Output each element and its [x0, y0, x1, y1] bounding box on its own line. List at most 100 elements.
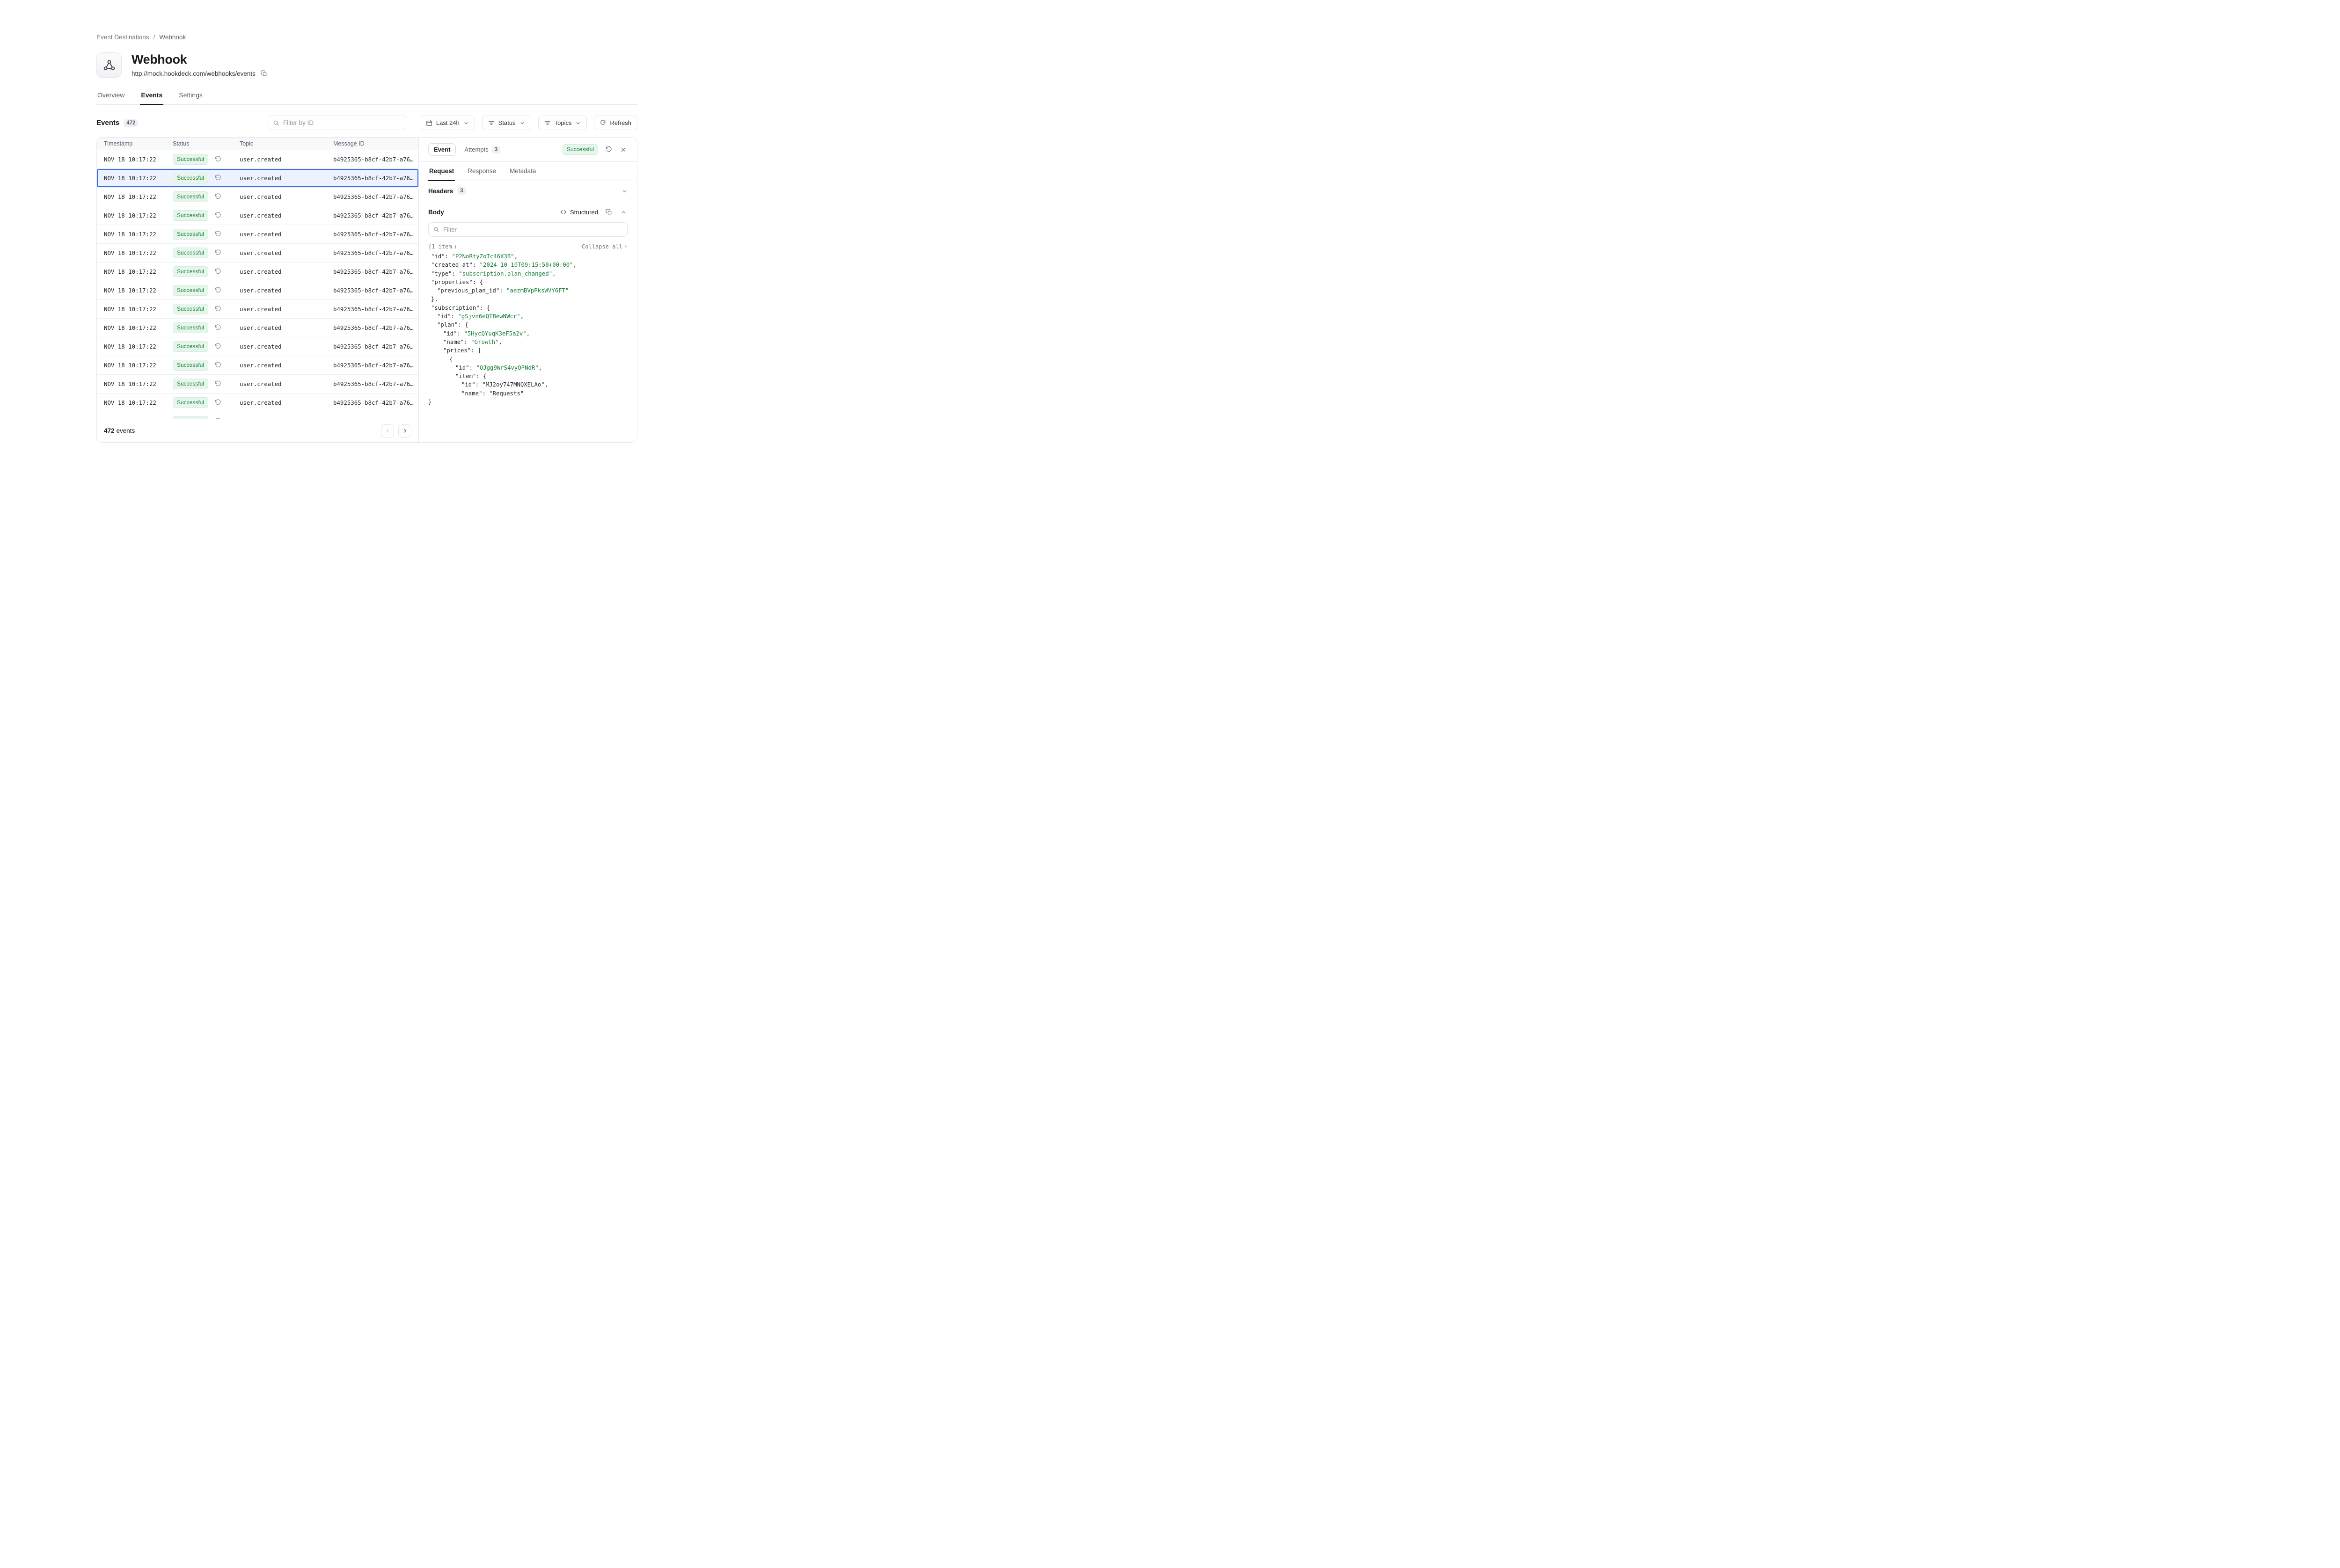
- retry-icon: [214, 287, 221, 294]
- copy-url-button[interactable]: [260, 69, 268, 78]
- table-row[interactable]: NOV 18 10:17:22Successfuluser.createdb49…: [97, 206, 418, 225]
- json-items-summary[interactable]: {1 item ↑: [428, 243, 457, 250]
- tab-overview[interactable]: Overview: [96, 88, 125, 104]
- tab-attempts[interactable]: Attempts 3: [464, 146, 500, 153]
- table-row[interactable]: NOV 18 10:17:22Successfuluser.createdb49…: [97, 150, 418, 169]
- subtab-request[interactable]: Request: [428, 162, 455, 181]
- table-row[interactable]: NOV 18 10:17:22Successfuluser.createdb49…: [97, 169, 418, 188]
- retry-event-button[interactable]: [604, 145, 613, 154]
- status-filter-button[interactable]: Status: [482, 116, 531, 130]
- topic-cell: user.created: [240, 193, 333, 200]
- tab-event-detail[interactable]: Event: [428, 143, 456, 156]
- table-row[interactable]: NOV 18 10:17:22Successfuluser.createdb49…: [97, 263, 418, 281]
- topic-cell: user.created: [240, 212, 333, 219]
- retry-icon: [214, 212, 221, 219]
- status-cell: Successful: [173, 285, 240, 296]
- retry-icon: [214, 193, 221, 200]
- collapse-all-button[interactable]: Collapse all ↑: [582, 243, 628, 250]
- subtab-metadata[interactable]: Metadata: [509, 162, 537, 181]
- retry-event-button[interactable]: [214, 193, 221, 200]
- tab-events[interactable]: Events: [140, 88, 163, 104]
- message-id-cell: b4925365-b8cf-42b7-a76…: [333, 399, 418, 406]
- arrow-up-icon: ↑: [454, 243, 457, 250]
- filter-lines-icon: [488, 120, 495, 126]
- timestamp-cell: NOV 18 10:17:22: [97, 306, 173, 313]
- search-icon: [273, 120, 279, 126]
- refresh-icon: [600, 120, 606, 126]
- retry-event-button[interactable]: [214, 362, 221, 369]
- table-row[interactable]: NOV 18 10:17:22Successfuluser.createdb49…: [97, 356, 418, 375]
- event-detail-panel: Event Attempts 3 Successful: [418, 138, 637, 442]
- retry-event-button[interactable]: [214, 231, 221, 238]
- time-range-button[interactable]: Last 24h: [420, 116, 475, 130]
- retry-event-button[interactable]: [214, 306, 221, 313]
- table-row[interactable]: NOV 18 10:17:22Successfuluser.createdb49…: [97, 412, 418, 419]
- timestamp-cell: NOV 18 10:17:22: [97, 380, 173, 387]
- column-message-id: Message ID: [333, 140, 418, 147]
- json-line: "id": "MJ2oy747MNQXELAo",: [428, 380, 628, 389]
- table-row[interactable]: NOV 18 10:17:22Successfuluser.createdb49…: [97, 281, 418, 300]
- retry-event-button[interactable]: [214, 249, 221, 256]
- topic-cell: user.created: [240, 287, 333, 294]
- table-row[interactable]: NOV 18 10:17:22Successfuluser.createdb49…: [97, 244, 418, 263]
- tab-settings[interactable]: Settings: [178, 88, 204, 104]
- table-row[interactable]: NOV 18 10:17:22Successfuluser.createdb49…: [97, 394, 418, 412]
- body-header: Body Structured: [428, 208, 628, 216]
- next-page-button[interactable]: [398, 424, 411, 438]
- status-badge: Successful: [173, 379, 208, 389]
- status-cell: Successful: [173, 341, 240, 352]
- topic-cell: user.created: [240, 324, 333, 331]
- webhook-icon: [96, 52, 122, 78]
- retry-event-button[interactable]: [214, 175, 221, 182]
- retry-event-button[interactable]: [214, 380, 221, 387]
- json-line: "name": "Growth",: [428, 338, 628, 346]
- retry-event-button[interactable]: [214, 287, 221, 294]
- status-cell: Successful: [173, 397, 240, 408]
- timestamp-cell: NOV 18 10:17:22: [97, 268, 173, 275]
- chevron-down-icon: [463, 120, 469, 126]
- body-filter-input[interactable]: [443, 226, 622, 233]
- refresh-button[interactable]: Refresh: [594, 116, 637, 130]
- json-line: }: [428, 398, 628, 406]
- topics-filter-button[interactable]: Topics: [538, 116, 587, 130]
- breadcrumb-separator: /: [154, 34, 155, 41]
- timestamp-cell: NOV 18 10:17:22: [97, 399, 173, 406]
- close-detail-button[interactable]: [619, 146, 628, 154]
- retry-event-button[interactable]: [214, 399, 221, 406]
- json-line: },: [428, 295, 628, 303]
- table-row[interactable]: NOV 18 10:17:22Successfuluser.createdb49…: [97, 375, 418, 394]
- topic-cell: user.created: [240, 231, 333, 238]
- table-row[interactable]: NOV 18 10:17:22Successfuluser.createdb49…: [97, 319, 418, 337]
- table-row[interactable]: NOV 18 10:17:22Successfuluser.createdb49…: [97, 188, 418, 206]
- previous-page-button[interactable]: [381, 424, 394, 438]
- table-row[interactable]: NOV 18 10:17:22Successfuluser.createdb49…: [97, 300, 418, 319]
- search-icon: [433, 226, 439, 233]
- table-row[interactable]: NOV 18 10:17:22Successfuluser.createdb49…: [97, 337, 418, 356]
- table-row[interactable]: NOV 18 10:17:22Successfuluser.createdb49…: [97, 225, 418, 244]
- retry-event-button[interactable]: [214, 268, 221, 275]
- retry-event-button[interactable]: [214, 324, 221, 331]
- retry-event-button[interactable]: [214, 212, 221, 219]
- status-badge: Successful: [173, 341, 208, 352]
- webhook-url: http://mock.hookdeck.com/webhooks/events: [132, 70, 256, 77]
- retry-icon: [214, 156, 221, 163]
- copy-body-button[interactable]: [605, 208, 613, 216]
- events-card: Timestamp Status Topic Message ID NOV 18…: [96, 137, 637, 443]
- subtab-response[interactable]: Response: [467, 162, 497, 181]
- structured-view-toggle[interactable]: Structured: [560, 209, 598, 216]
- filter-by-id-input[interactable]: [283, 119, 401, 126]
- status-cell: Successful: [173, 322, 240, 333]
- close-icon: [620, 146, 627, 153]
- json-line: "previous_plan_id": "aezmBVpPksWVY6FT": [428, 286, 628, 295]
- status-cell: Successful: [173, 154, 240, 165]
- headers-section-toggle[interactable]: Headers 3: [419, 181, 637, 201]
- status-badge: Successful: [173, 285, 208, 296]
- timestamp-cell: NOV 18 10:17:22: [97, 287, 173, 294]
- timestamp-cell: NOV 18 10:17:22: [97, 212, 173, 219]
- collapse-body-button[interactable]: [620, 208, 628, 216]
- calendar-icon: [426, 120, 432, 126]
- retry-event-button[interactable]: [214, 156, 221, 163]
- breadcrumb-item-event-destinations[interactable]: Event Destinations: [96, 34, 149, 41]
- retry-event-button[interactable]: [214, 343, 221, 350]
- retry-icon: [214, 343, 221, 350]
